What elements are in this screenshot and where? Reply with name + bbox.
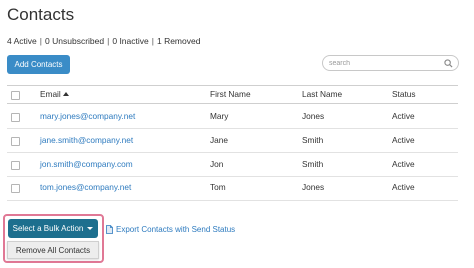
contact-email-link[interactable]: jane.smith@company.net <box>40 135 133 145</box>
contact-first-name: Jane <box>210 135 228 145</box>
row-checkbox[interactable] <box>11 137 20 146</box>
summary-active: 4 Active <box>7 36 37 46</box>
contact-status: Active <box>392 159 415 169</box>
row-divider <box>7 176 458 177</box>
contact-email-link[interactable]: jon.smith@company.com <box>40 159 133 169</box>
contact-last-name: Smith <box>302 135 324 145</box>
file-icon <box>106 225 113 234</box>
summary-separator: | <box>107 36 110 46</box>
sort-ascending-icon <box>62 92 69 96</box>
row-checkbox[interactable] <box>11 184 20 193</box>
search-icon[interactable] <box>444 59 453 68</box>
column-header-last-name[interactable]: Last Name <box>302 89 342 99</box>
menu-item-remove-all-contacts[interactable]: Remove All Contacts <box>8 242 98 258</box>
caret-down-icon <box>87 227 94 230</box>
contact-first-name: Tom <box>210 182 226 192</box>
contact-last-name: Jones <box>302 182 325 192</box>
summary-separator: | <box>151 36 154 46</box>
column-header-status[interactable]: Status <box>392 89 416 99</box>
contact-status: Active <box>392 111 415 121</box>
summary-unsubscribed: 0 Unsubscribed <box>45 36 105 46</box>
contact-status-summary: 4 Active | 0 Unsubscribed | 0 Inactive | 1 Rem… <box>7 36 200 46</box>
contact-email-link[interactable]: tom.jones@company.net <box>40 182 131 192</box>
column-header-first-name[interactable]: First Name <box>210 89 251 99</box>
bulk-action-dropdown-button[interactable]: Select a Bulk Action <box>8 219 98 238</box>
contact-status: Active <box>392 182 415 192</box>
contact-first-name: Mary <box>210 111 229 121</box>
export-contacts-label: Export Contacts with Send Status <box>116 225 236 234</box>
summary-removed: 1 Removed <box>156 36 201 46</box>
page-title: Contacts <box>7 5 75 24</box>
contact-last-name: Jones <box>302 111 325 121</box>
bulk-action-label: Select a Bulk Action <box>12 224 84 233</box>
row-checkbox[interactable] <box>11 113 20 122</box>
search-box <box>322 55 459 71</box>
row-divider <box>7 200 458 201</box>
row-divider <box>7 152 458 153</box>
row-divider <box>7 128 458 129</box>
export-contacts-link[interactable]: Export Contacts with Send Status <box>106 225 235 234</box>
table-top-rule <box>7 85 458 86</box>
contact-first-name: Jon <box>210 159 224 169</box>
column-header-email[interactable]: Email <box>40 89 69 99</box>
add-contacts-button[interactable]: Add Contacts <box>7 55 70 74</box>
summary-separator: | <box>39 36 43 46</box>
search-input[interactable] <box>329 58 439 68</box>
row-checkbox[interactable] <box>11 161 20 170</box>
contact-last-name: Smith <box>302 159 324 169</box>
contact-status: Active <box>392 135 415 145</box>
table-header-rule <box>7 103 458 104</box>
contact-email-link[interactable]: mary.jones@company.net <box>40 111 135 121</box>
select-all-checkbox[interactable] <box>11 91 20 100</box>
summary-inactive: 0 Inactive <box>112 36 149 46</box>
bulk-action-menu: Remove All Contacts <box>7 241 99 259</box>
